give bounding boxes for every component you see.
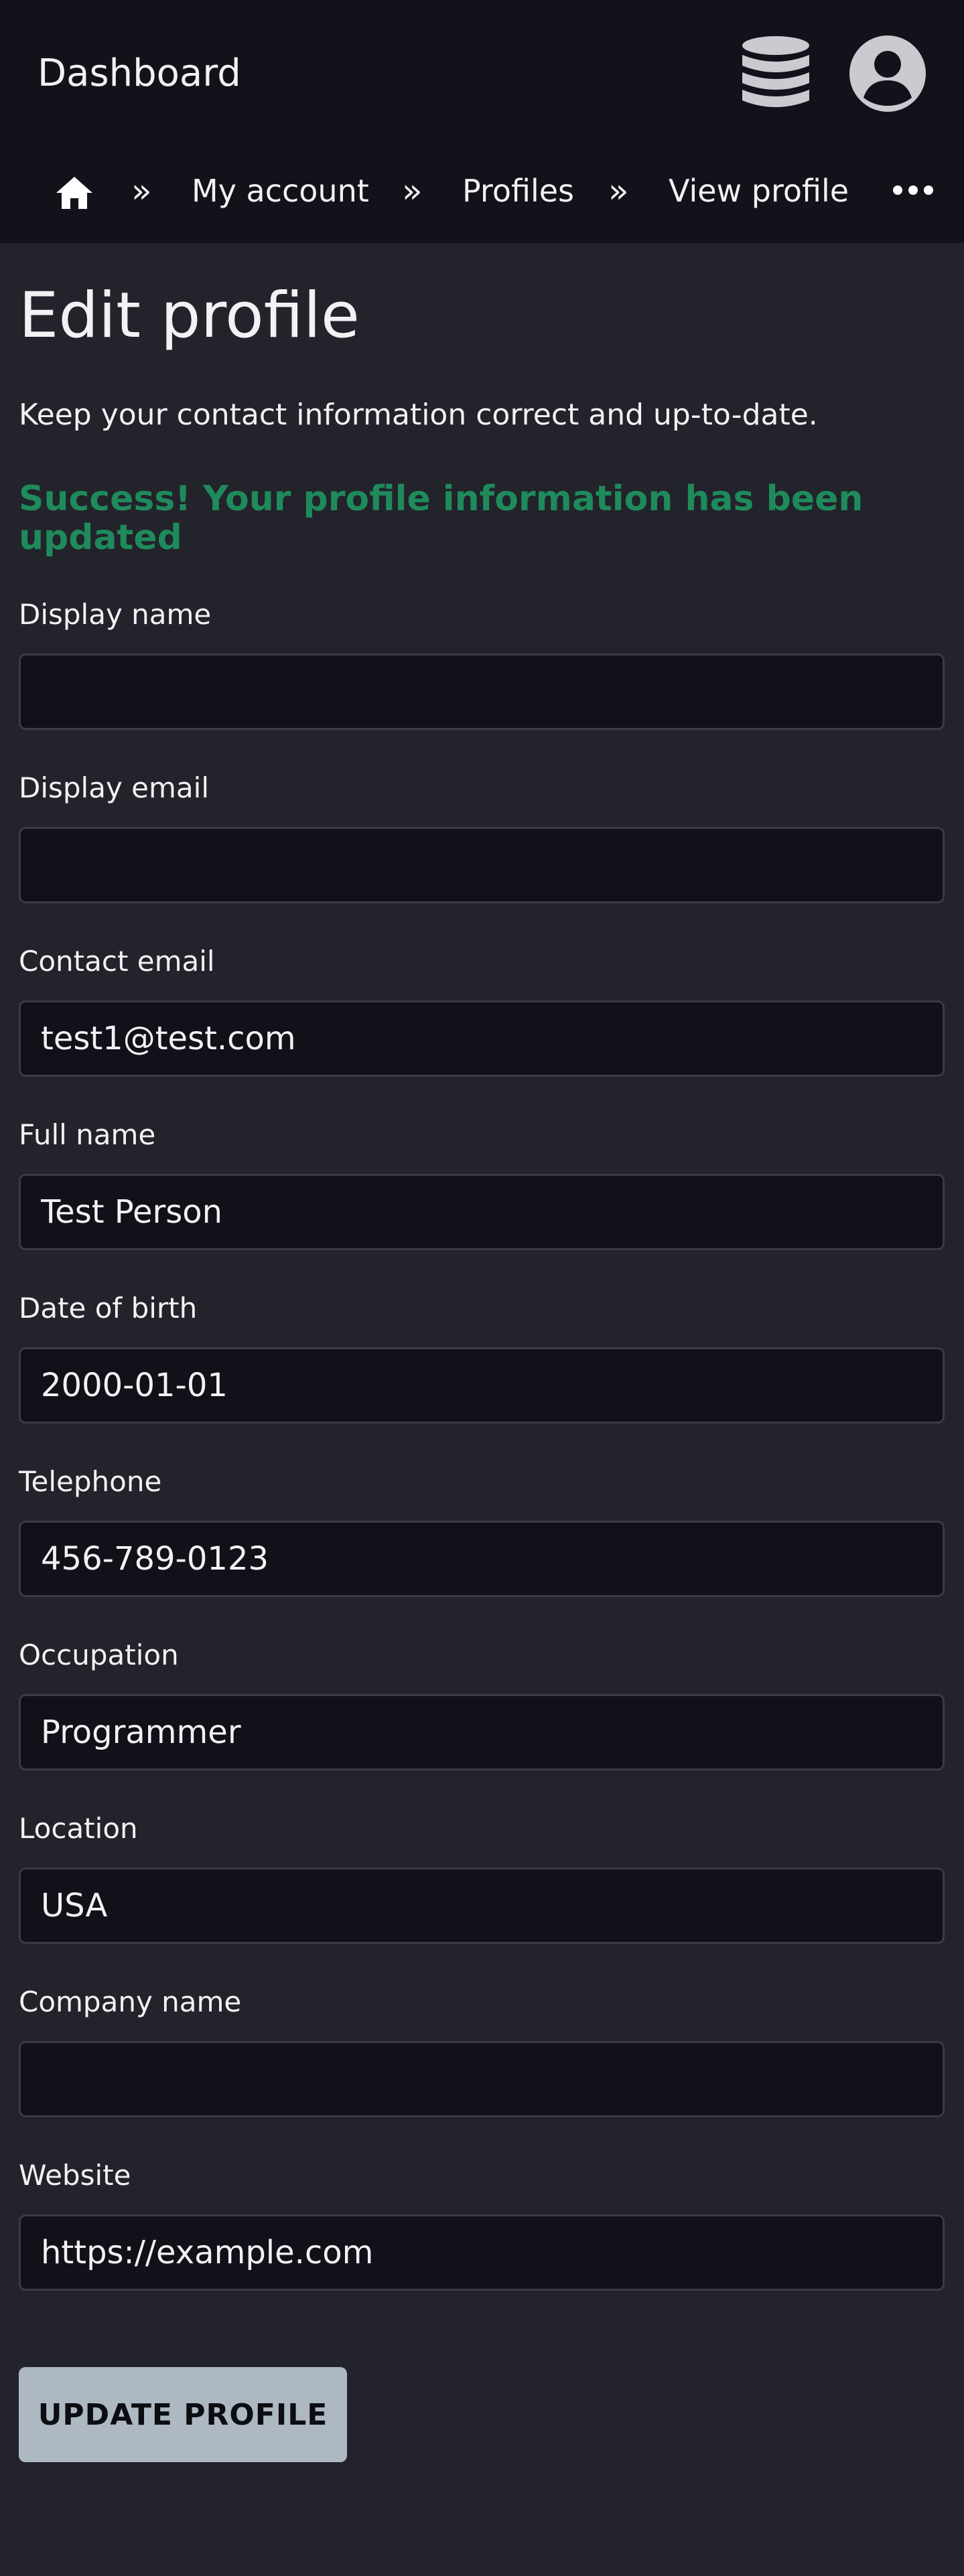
database-icon[interactable] <box>740 35 811 112</box>
page-subtitle: Keep your contact information correct an… <box>19 398 818 432</box>
display-name-input[interactable] <box>19 654 945 730</box>
more-horizontal-icon[interactable] <box>892 185 934 196</box>
page-title: Edit profile <box>19 279 360 352</box>
breadcrumb: » My account » Profiles » View profile <box>0 161 964 221</box>
company-name-input[interactable] <box>19 2041 945 2117</box>
dashboard-title[interactable]: Dashboard <box>38 50 241 98</box>
location-label: Location <box>19 1812 138 1845</box>
breadcrumb-view-profile[interactable]: View profile <box>669 161 849 221</box>
display-email-label: Display email <box>19 771 209 804</box>
full-name-label: Full name <box>19 1118 156 1151</box>
success-message: Success! Your profile information has be… <box>19 479 864 558</box>
telephone-input[interactable] <box>19 1521 945 1597</box>
breadcrumb-my-account[interactable]: My account <box>192 161 369 221</box>
occupation-input[interactable] <box>19 1694 945 1770</box>
breadcrumb-separator: » <box>402 171 423 210</box>
breadcrumb-separator: » <box>131 171 152 210</box>
display-email-input[interactable] <box>19 827 945 903</box>
breadcrumb-profiles[interactable]: Profiles <box>462 161 574 221</box>
date-of-birth-input[interactable] <box>19 1347 945 1424</box>
display-name-label: Display name <box>19 598 212 631</box>
website-label: Website <box>19 2159 131 2192</box>
update-profile-button[interactable]: UPDATE PROFILE <box>19 2367 347 2462</box>
contact-email-input[interactable] <box>19 1000 945 1077</box>
telephone-label: Telephone <box>19 1465 162 1498</box>
user-account-icon[interactable] <box>849 35 926 112</box>
company-name-label: Company name <box>19 1985 242 2018</box>
top-navbar: Dashboard » My account » Profiles » View… <box>0 0 964 243</box>
full-name-input[interactable] <box>19 1174 945 1250</box>
home-icon[interactable] <box>55 175 94 210</box>
website-input[interactable] <box>19 2214 945 2291</box>
date-of-birth-label: Date of birth <box>19 1292 198 1324</box>
occupation-label: Occupation <box>19 1639 179 1671</box>
breadcrumb-separator: » <box>608 171 629 210</box>
contact-email-label: Contact email <box>19 945 215 978</box>
location-input[interactable] <box>19 1868 945 1944</box>
